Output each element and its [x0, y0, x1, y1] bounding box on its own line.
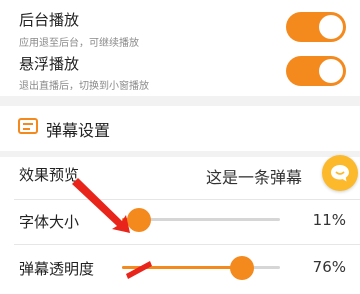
annotation-arrow-icon [72, 178, 152, 279]
